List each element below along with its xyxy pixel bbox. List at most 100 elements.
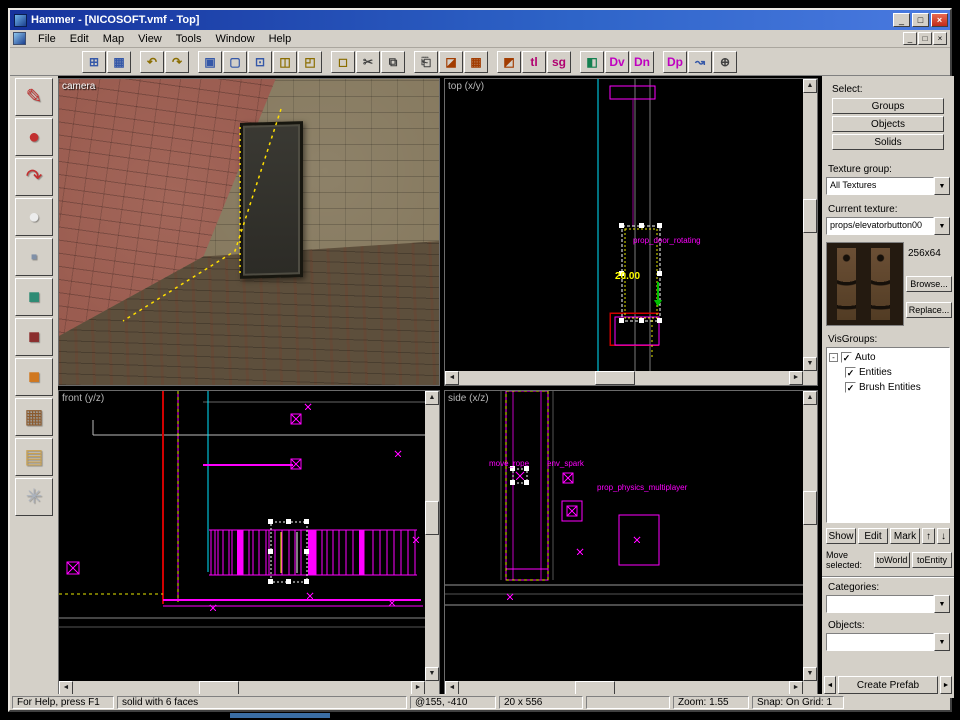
menu-item[interactable]: File bbox=[31, 31, 63, 47]
clipping-tool[interactable]: ▤ bbox=[15, 438, 53, 476]
displacement-sculpt-icon[interactable]: Dn bbox=[630, 51, 654, 73]
scroll-down-icon[interactable]: ▼ bbox=[425, 667, 439, 681]
select-objects-button[interactable]: Objects bbox=[832, 116, 944, 132]
vertical-scrollbar[interactable]: ▲ ▼ bbox=[425, 391, 439, 681]
menu-item[interactable]: Edit bbox=[63, 31, 96, 47]
dropdown-arrow-icon[interactable]: ▼ bbox=[934, 217, 950, 235]
redo-icon[interactable]: ↷ bbox=[165, 51, 189, 73]
menu-item[interactable]: Tools bbox=[169, 31, 209, 47]
select-solids-button[interactable]: Solids bbox=[832, 134, 944, 150]
block-tool[interactable]: ▪ bbox=[15, 238, 53, 276]
menu-item[interactable]: Map bbox=[96, 31, 131, 47]
side-viewport[interactable]: side (x/z) move_rope env_spark prop_phys… bbox=[444, 390, 818, 696]
vertex-tool[interactable]: ✳ bbox=[15, 478, 53, 516]
path-tool-icon[interactable]: ↝ bbox=[688, 51, 712, 73]
expander-icon[interactable]: - bbox=[829, 353, 838, 362]
scrollbar-thumb[interactable] bbox=[803, 491, 817, 525]
vertical-scrollbar[interactable]: ▲ ▼ bbox=[803, 79, 817, 371]
target-icon[interactable]: ⊕ bbox=[713, 51, 737, 73]
apply-current-texture-tool[interactable]: ■ bbox=[15, 318, 53, 356]
overlay-tool[interactable]: ▦ bbox=[15, 398, 53, 436]
scrollbar-thumb[interactable] bbox=[595, 371, 635, 385]
checkbox-checked-icon[interactable]: ✓ bbox=[845, 367, 856, 378]
create-prefab-button[interactable]: Create Prefab bbox=[838, 676, 938, 694]
move-down-icon[interactable]: ↓ bbox=[937, 528, 950, 544]
visgroup-item[interactable]: ✓ Entities bbox=[845, 365, 947, 380]
minimize-button[interactable]: _ bbox=[893, 13, 910, 27]
prefab-prev-icon[interactable]: ◄ bbox=[824, 676, 836, 694]
texture-application-tool[interactable]: ■ bbox=[15, 278, 53, 316]
to-world-button[interactable]: toWorld bbox=[874, 552, 910, 568]
top-viewport[interactable]: top (x/y) prop_door_rotating 20.00 ▲ ▼ ◄… bbox=[444, 78, 818, 386]
hide-unselected-icon[interactable]: ◰ bbox=[298, 51, 322, 73]
undo-icon[interactable]: ↶ bbox=[140, 51, 164, 73]
to-entity-button[interactable]: toEntity bbox=[912, 552, 952, 568]
browse-button[interactable]: Browse... bbox=[906, 276, 952, 292]
hollow-icon[interactable]: ▦ bbox=[464, 51, 488, 73]
horizontal-scrollbar[interactable]: ◄ ► bbox=[445, 371, 803, 385]
menu-item[interactable]: View bbox=[131, 31, 169, 47]
cut-icon[interactable]: ✂ bbox=[356, 51, 380, 73]
front-viewport[interactable]: front (y/z) ▲ ▼ ◄ ► bbox=[58, 390, 440, 696]
scroll-right-icon[interactable]: ► bbox=[789, 371, 803, 385]
prefab-next-icon[interactable]: ► bbox=[940, 676, 952, 694]
scrollbar-thumb[interactable] bbox=[803, 199, 817, 233]
scroll-right-icon[interactable]: ► bbox=[789, 681, 803, 695]
paste-icon[interactable]: ⎗ bbox=[414, 51, 438, 73]
mdi-minimize-button[interactable]: _ bbox=[903, 32, 917, 45]
magnify-tool[interactable]: ● bbox=[15, 118, 53, 156]
scroll-right-icon[interactable]: ► bbox=[411, 681, 425, 695]
show-all-icon[interactable]: ◻ bbox=[331, 51, 355, 73]
displacement-mask-icon[interactable]: Dp bbox=[663, 51, 687, 73]
horizontal-scrollbar[interactable]: ◄ ► bbox=[59, 681, 425, 695]
scroll-up-icon[interactable]: ▲ bbox=[425, 391, 439, 405]
show-button[interactable]: Show bbox=[826, 528, 856, 544]
mark-button[interactable]: Mark bbox=[890, 528, 920, 544]
hide-selected-icon[interactable]: ◫ bbox=[273, 51, 297, 73]
select-groups-button[interactable]: Groups bbox=[832, 98, 944, 114]
ignore-groups-icon[interactable]: ⊡ bbox=[248, 51, 272, 73]
checkbox-checked-icon[interactable]: ✓ bbox=[845, 382, 856, 393]
title-bar[interactable]: Hammer - [NICOSOFT.vmf - Top] _ □ × bbox=[10, 10, 950, 30]
scrollbar-thumb[interactable] bbox=[199, 681, 239, 695]
menu-item[interactable]: Window bbox=[208, 31, 261, 47]
copy-icon[interactable]: ⧉ bbox=[381, 51, 405, 73]
replace-button[interactable]: Replace... bbox=[906, 302, 952, 318]
categories-dropdown[interactable]: ▼ bbox=[826, 595, 950, 613]
scroll-up-icon[interactable]: ▲ bbox=[803, 391, 817, 405]
selection-tool[interactable]: ✎ bbox=[15, 78, 53, 116]
close-button[interactable]: × bbox=[931, 13, 948, 27]
texture-application-icon[interactable]: ◧ bbox=[580, 51, 604, 73]
group-icon[interactable]: ▣ bbox=[198, 51, 222, 73]
scroll-up-icon[interactable]: ▲ bbox=[803, 79, 817, 93]
dropdown-arrow-icon[interactable]: ▼ bbox=[934, 595, 950, 613]
ungroup-icon[interactable]: ▢ bbox=[223, 51, 247, 73]
mdi-close-button[interactable]: × bbox=[933, 32, 947, 45]
camera-tool[interactable]: ↷ bbox=[15, 158, 53, 196]
mdi-restore-button[interactable]: □ bbox=[918, 32, 932, 45]
dropdown-arrow-icon[interactable]: ▼ bbox=[934, 633, 950, 651]
entity-tool[interactable]: ● bbox=[15, 198, 53, 236]
carve-icon[interactable]: ◪ bbox=[439, 51, 463, 73]
scroll-left-icon[interactable]: ◄ bbox=[59, 681, 73, 695]
clip-mode-icon[interactable]: ◩ bbox=[497, 51, 521, 73]
move-up-icon[interactable]: ↑ bbox=[922, 528, 935, 544]
scrollbar-thumb[interactable] bbox=[575, 681, 615, 695]
camera-viewport[interactable]: camera bbox=[58, 78, 440, 386]
toggle-grid-2d-icon[interactable]: ⊞ bbox=[82, 51, 106, 73]
snap-to-grid-icon[interactable]: sg bbox=[547, 51, 571, 73]
vertical-scrollbar[interactable]: ▲ ▼ bbox=[803, 391, 817, 681]
edit-button[interactable]: Edit bbox=[858, 528, 888, 544]
dropdown-arrow-icon[interactable]: ▼ bbox=[934, 177, 950, 195]
checkbox-checked-icon[interactable]: ✓ bbox=[841, 352, 852, 363]
objects-dropdown[interactable]: ▼ bbox=[826, 633, 950, 651]
menu-item[interactable]: Help bbox=[262, 31, 299, 47]
scroll-down-icon[interactable]: ▼ bbox=[803, 357, 817, 371]
visgroup-item[interactable]: ✓ Brush Entities bbox=[845, 380, 947, 395]
visgroup-item[interactable]: - ✓ Auto bbox=[829, 350, 947, 365]
scroll-left-icon[interactable]: ◄ bbox=[445, 371, 459, 385]
decal-tool[interactable]: ■ bbox=[15, 358, 53, 396]
texture-group-dropdown[interactable]: All Textures ▼ bbox=[826, 177, 950, 195]
horizontal-scrollbar[interactable]: ◄ ► bbox=[445, 681, 803, 695]
scroll-left-icon[interactable]: ◄ bbox=[445, 681, 459, 695]
